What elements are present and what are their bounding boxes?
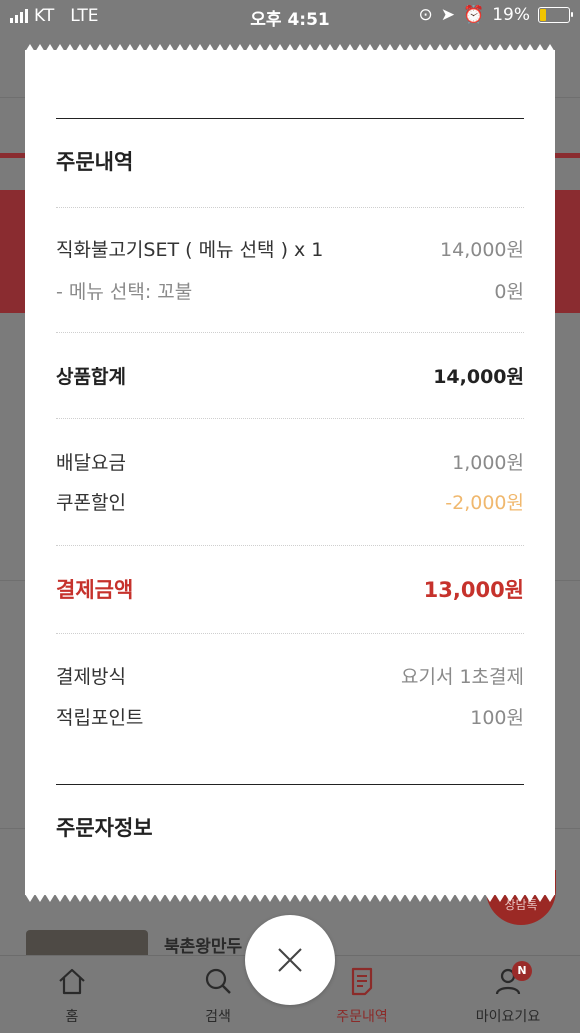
divider <box>56 207 524 208</box>
payment-method-row: 결제방식 요기서 1초결제 <box>56 662 524 689</box>
customer-section-header: 주문자정보 <box>56 812 524 842</box>
battery-icon <box>538 7 573 23</box>
points-value: 100원 <box>470 707 524 729</box>
item-price: 14,000원 <box>440 239 524 261</box>
coupon-row: 쿠폰할인 -2,000원 <box>56 488 524 515</box>
order-section-header: 주문내역 <box>56 146 524 176</box>
order-list-icon <box>351 967 373 996</box>
alarm-icon: ⏰ <box>463 5 485 25</box>
coupon-value: -2,000원 <box>445 492 524 514</box>
divider <box>56 418 524 419</box>
notification-badge: N <box>512 961 532 981</box>
home-icon <box>59 968 85 995</box>
subtotal-label: 상품합계 <box>56 366 126 388</box>
rotation-lock-icon: ⊙ <box>418 5 433 25</box>
restaurant-name: 북촌왕만두 <box>164 937 243 957</box>
divider <box>56 633 524 634</box>
order-item-row: 직화불고기SET ( 메뉴 선택 ) x 1 14,000원 <box>56 235 524 262</box>
delivery-fee-row: 배달요금 1,000원 <box>56 448 524 475</box>
section-rule <box>56 118 524 119</box>
total-label: 결제금액 <box>56 578 134 602</box>
delivery-fee-label: 배달요금 <box>56 452 126 474</box>
customer-section-title: 주문자정보 <box>56 816 153 840</box>
delivery-fee-value: 1,000원 <box>452 452 524 474</box>
subtotal-value: 14,000원 <box>433 366 524 388</box>
tab-home[interactable]: 홈 <box>12 956 132 1033</box>
status-bar: KT LTE 오후 4:51 ⊙ ➤ ⏰ 19% <box>0 0 580 32</box>
tab-label: 주문내역 <box>336 1009 388 1025</box>
points-row: 적립포인트 100원 <box>56 703 524 730</box>
subtotal-row: 상품합계 14,000원 <box>56 362 524 389</box>
option-row: - 메뉴 선택: 꼬불 0원 <box>56 277 524 304</box>
total-value: 13,000원 <box>423 578 524 602</box>
tab-my-yogiyo[interactable]: 마이요기요 <box>448 956 568 1033</box>
total-row: 결제금액 13,000원 <box>56 574 524 604</box>
divider <box>56 332 524 333</box>
close-icon <box>278 948 302 972</box>
option-price: 0원 <box>494 281 524 303</box>
payment-method-label: 결제방식 <box>56 666 126 688</box>
coupon-label: 쿠폰할인 <box>56 492 126 514</box>
option-name: - 메뉴 선택: 꼬불 <box>56 281 193 303</box>
search-icon <box>205 968 231 994</box>
order-section-title: 주문내역 <box>56 150 134 174</box>
item-name: 직화불고기SET ( 메뉴 선택 ) x 1 <box>56 239 324 261</box>
points-label: 적립포인트 <box>56 707 144 729</box>
divider <box>56 545 524 546</box>
tab-label: 마이요기요 <box>475 1009 541 1025</box>
section-rule <box>56 784 524 785</box>
payment-method-value: 요기서 1초결제 <box>400 666 524 688</box>
receipt-bottom-edge <box>25 894 555 902</box>
tab-label: 홈 <box>65 1009 79 1025</box>
close-button[interactable] <box>245 915 335 1005</box>
tab-label: 검색 <box>205 1009 231 1025</box>
location-icon: ➤ <box>440 5 456 25</box>
battery-percent: 19% <box>492 5 530 25</box>
